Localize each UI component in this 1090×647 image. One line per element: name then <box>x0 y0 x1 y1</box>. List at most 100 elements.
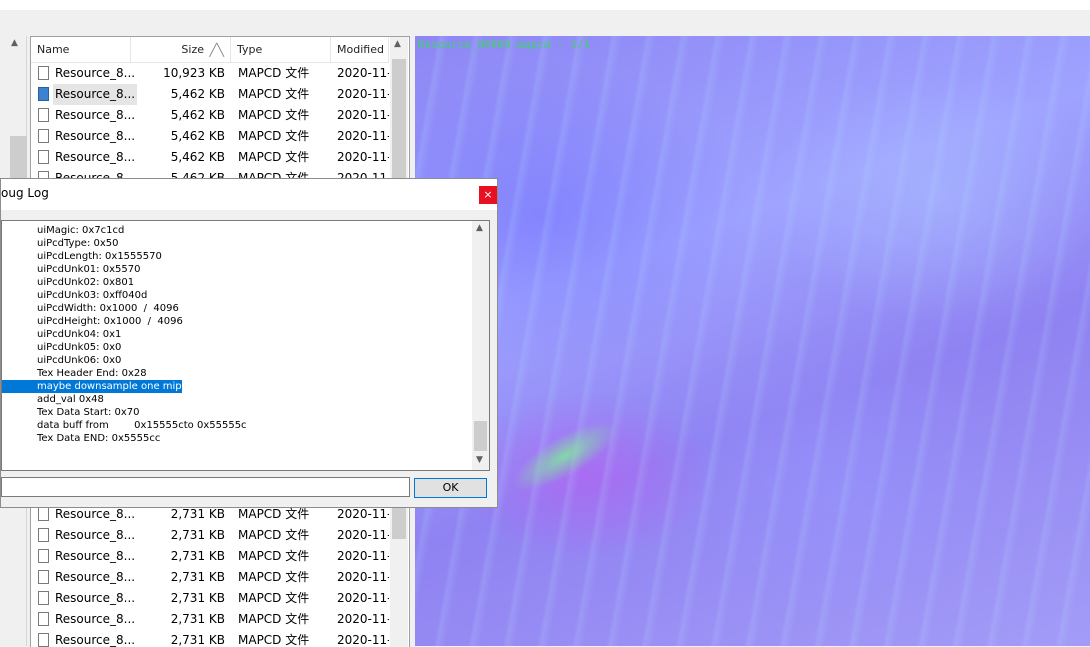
file-modified: 2020-11- <box>337 66 389 80</box>
viewer-info-text: Resource_86869.mapcd - 1/1 <box>418 38 591 51</box>
log-line: uiPcdLength: 0x1555570 <box>37 251 162 262</box>
file-name: Resource_8... <box>55 591 136 605</box>
dialog-title: oug Log <box>1 186 49 200</box>
file-modified: 2020-11- <box>337 591 389 605</box>
column-modified-label: Modified <box>337 43 384 56</box>
file-size: 2,731 KB <box>170 570 225 584</box>
sort-arrow-icon: ╱╲ <box>209 43 224 57</box>
column-size-label: Size <box>181 43 204 56</box>
file-icon <box>38 570 49 584</box>
file-size: 2,731 KB <box>170 591 225 605</box>
table-row[interactable]: Resource_8... 5,462 KB MAPCD 文件 2020-11- <box>31 105 389 126</box>
file-modified: 2020-11- <box>337 570 389 584</box>
table-row[interactable]: Resource_8... 5,462 KB MAPCD 文件 2020-11- <box>31 84 389 105</box>
log-scrollbar[interactable]: ▲ ▼ <box>472 221 489 470</box>
file-icon <box>38 549 49 563</box>
file-icon <box>38 129 49 143</box>
table-row[interactable]: Resource_8... 2,731 KB MAPCD 文件 2020-11- <box>31 525 389 546</box>
column-size-header[interactable]: Size ╱╲ <box>131 37 231 62</box>
scroll-up-icon[interactable]: ▲ <box>11 38 18 48</box>
column-name-label: Name <box>37 43 70 56</box>
file-size: 5,462 KB <box>170 129 225 143</box>
table-row[interactable]: Resource_8... 5,462 KB MAPCD 文件 2020-11- <box>31 126 389 147</box>
file-icon <box>38 150 49 164</box>
log-line: uiPcdType: 0x50 <box>37 238 119 249</box>
file-type: MAPCD 文件 <box>238 591 310 605</box>
table-row[interactable]: Resource_8... 2,731 KB MAPCD 文件 2020-11- <box>31 588 389 609</box>
file-modified: 2020-11- <box>337 549 389 563</box>
log-line: uiPcdUnk03: 0xff040d <box>37 290 148 301</box>
toolbar-strip <box>0 10 1090 34</box>
file-icon <box>38 633 49 647</box>
file-modified: 2020-11- <box>337 129 389 143</box>
file-modified: 2020-11- <box>337 108 389 122</box>
texture-viewer[interactable]: Resource_86869.mapcd - 1/1 <box>415 36 1090 646</box>
log-line: Tex Data END: 0x5555cc <box>37 433 161 444</box>
log-line: uiPcdUnk06: 0x0 <box>37 355 122 366</box>
file-name: Resource_8... <box>55 150 136 164</box>
file-name: Resource_8... <box>55 570 136 584</box>
file-size: 10,923 KB <box>163 66 225 80</box>
table-row[interactable]: Resource_8... 10,923 KB MAPCD 文件 2020-11- <box>31 63 389 84</box>
debug-log-dialog: oug Log × uiMagic: 0x7c1cd uiPcdType: 0x5… <box>0 178 498 508</box>
table-row[interactable]: Resource_8... 2,731 KB MAPCD 文件 2020-11- <box>31 567 389 588</box>
log-textarea[interactable]: uiMagic: 0x7c1cd uiPcdType: 0x50 uiPcdLeng… <box>1 220 490 471</box>
table-row[interactable]: Resource_8... 2,731 KB MAPCD 文件 2020-11- <box>31 609 389 630</box>
file-type: MAPCD 文件 <box>238 108 310 122</box>
command-input[interactable] <box>1 477 410 497</box>
scroll-up-icon[interactable]: ▲ <box>476 223 483 233</box>
file-modified: 2020-11- <box>337 150 389 164</box>
file-icon <box>38 108 49 122</box>
log-line: uiPcdUnk05: 0x0 <box>37 342 122 353</box>
file-type: MAPCD 文件 <box>238 87 310 101</box>
file-type: MAPCD 文件 <box>238 150 310 164</box>
file-size: 5,462 KB <box>170 87 225 101</box>
file-type: MAPCD 文件 <box>238 549 310 563</box>
table-row[interactable]: Resource_8... 5,462 KB MAPCD 文件 2020-11- <box>31 147 389 168</box>
file-name: Resource_8... <box>55 633 136 647</box>
log-line: uiMagic: 0x7c1cd <box>37 225 125 236</box>
file-size: 5,462 KB <box>170 150 225 164</box>
file-icon <box>38 66 49 80</box>
file-icon <box>38 528 49 542</box>
column-modified-header[interactable]: Modified <box>331 37 389 62</box>
file-size: 2,731 KB <box>170 633 225 647</box>
log-line: uiPcdUnk02: 0x801 <box>37 277 135 288</box>
file-type: MAPCD 文件 <box>238 633 310 647</box>
log-scrollbar-thumb[interactable] <box>474 421 487 451</box>
file-name: Resource_8... <box>55 129 136 143</box>
file-name: Resource_8... <box>55 108 136 122</box>
top-bar <box>0 0 1090 10</box>
scroll-down-icon[interactable]: ▼ <box>476 455 483 465</box>
log-line: uiPcdWidth: 0x1000 / 4096 <box>37 303 179 314</box>
column-name-header[interactable]: Name <box>31 37 131 62</box>
column-header: Name Size ╱╲ Type Modified <box>31 37 389 63</box>
log-line: add_val 0x48 <box>37 394 104 405</box>
file-icon <box>38 507 49 521</box>
file-modified: 2020-11- <box>337 612 389 626</box>
file-modified: 2020-11- <box>337 633 389 647</box>
column-type-label: Type <box>237 43 263 56</box>
table-row[interactable]: Resource_8... 2,731 KB MAPCD 文件 2020-11- <box>31 630 389 647</box>
scroll-up-icon[interactable]: ▲ <box>394 39 401 49</box>
file-type: MAPCD 文件 <box>238 570 310 584</box>
file-size: 5,462 KB <box>170 108 225 122</box>
log-line: Tex Data Start: 0x70 <box>37 407 140 418</box>
file-name: Resource_8... <box>55 549 136 563</box>
file-size: 2,731 KB <box>170 549 225 563</box>
log-line: Tex Header End: 0x28 <box>37 368 147 379</box>
column-type-header[interactable]: Type <box>231 37 331 62</box>
file-modified: 2020-11- <box>337 87 389 101</box>
file-size: 2,731 KB <box>170 612 225 626</box>
log-line: data buff from 0x15555cto 0x55555c <box>37 420 247 431</box>
file-type: MAPCD 文件 <box>238 612 310 626</box>
file-icon <box>38 612 49 626</box>
file-modified: 2020-11- <box>337 528 389 542</box>
close-button[interactable]: × <box>479 186 497 204</box>
table-row[interactable]: Resource_8... 2,731 KB MAPCD 文件 2020-11- <box>31 546 389 567</box>
file-name: Resource_8... <box>55 528 136 542</box>
ok-button[interactable]: OK <box>414 478 487 498</box>
texture-pattern <box>415 36 1090 646</box>
file-type: MAPCD 文件 <box>238 66 310 80</box>
dialog-titlebar[interactable]: oug Log × <box>1 179 497 210</box>
